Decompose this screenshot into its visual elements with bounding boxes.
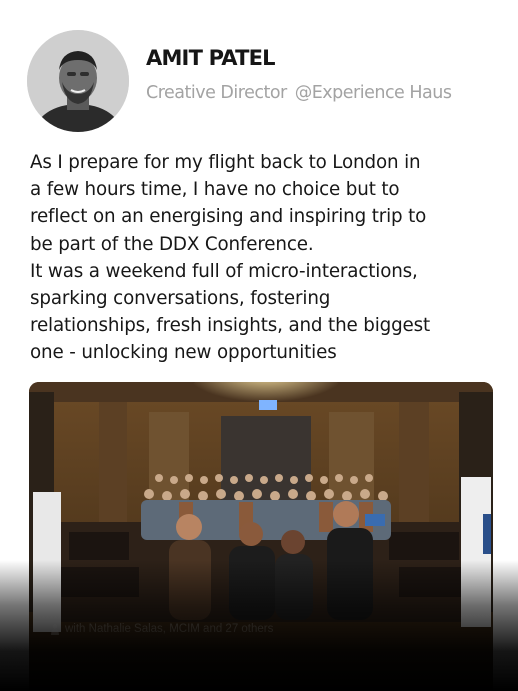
post-body: As I prepare for my flight back to Londo… [30, 149, 500, 367]
author-title: Creative Director [146, 83, 287, 103]
post-body-line: a few hours time, I have no choice but t… [30, 179, 400, 201]
post-body-line: sparking conversations, fostering [30, 288, 331, 310]
post-body-line: reflect on an energising and inspiring t… [30, 206, 427, 228]
post-body-line: one - unlocking new opportunities [30, 342, 337, 364]
author-avatar-image [27, 30, 129, 132]
post-card: AMIT PATEL Creative Director @Experience … [0, 0, 518, 691]
conference-group-photo [29, 382, 493, 691]
post-body-line: It was a weekend full of micro-interacti… [30, 260, 418, 282]
author-subtitle: Creative Director @Experience Haus [146, 83, 452, 103]
author-company[interactable]: @Experience Haus [295, 83, 452, 103]
photo-tag-text: with Nathalie Salas, MCIM and 27 others [65, 623, 274, 635]
post-body-line: As I prepare for my flight back to Londo… [30, 152, 421, 173]
person-icon [51, 623, 59, 635]
author-name[interactable]: AMIT PATEL [146, 46, 276, 70]
post-body-line: relationships, fresh insights, and the b… [30, 315, 431, 337]
photo-tag[interactable]: with Nathalie Salas, MCIM and 27 others [51, 623, 273, 635]
post-body-line: be part of the DDX Conference. [30, 233, 314, 255]
author-avatar[interactable] [27, 30, 129, 132]
post-photo[interactable]: with Nathalie Salas, MCIM and 27 others [29, 382, 493, 691]
